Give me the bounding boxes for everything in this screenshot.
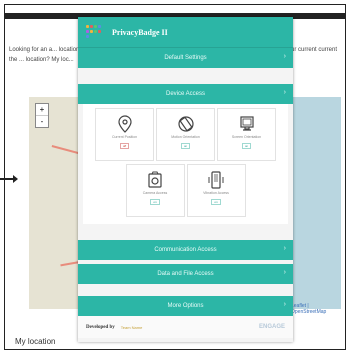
more-options-label: More Options <box>167 303 204 309</box>
status-toggle[interactable]: on <box>150 199 160 205</box>
rotation-icon <box>177 115 195 133</box>
communication-access-button[interactable]: Communication Access › <box>78 240 293 260</box>
default-settings-button[interactable]: Default Settings › <box>78 47 293 68</box>
device-access-grid: Current Position off Motion Orientation … <box>83 104 288 224</box>
tile-label: Motion Orientation <box>171 135 200 139</box>
tile-label: Camera Access <box>142 191 168 195</box>
chevron-right-icon: › <box>283 245 286 252</box>
developed-by-label: Developed by <box>86 324 115 330</box>
popup-title: PrivacyBadge II <box>112 27 168 37</box>
status-toggle[interactable]: on <box>211 199 221 205</box>
default-settings-label: Default Settings <box>164 55 207 61</box>
page-bottom-text: My location <box>15 337 56 346</box>
extension-popup: PrivacyBadge II Default Settings › Devic… <box>78 17 293 342</box>
tile-current-position[interactable]: Current Position off <box>95 108 154 161</box>
tile-vibration-access[interactable]: Vibration Access on <box>186 164 246 217</box>
tile-label: Screen Orientation <box>231 135 262 139</box>
tile-label: Vibration Access <box>203 191 229 195</box>
developed-by-footer: Developed by Team Name ENGAGE <box>78 316 293 338</box>
phone-vibrate-icon <box>207 171 225 189</box>
data-file-access-button[interactable]: Data and File Access › <box>78 264 293 284</box>
monitor-icon <box>238 115 256 133</box>
chevron-right-icon: › <box>283 53 286 60</box>
brand-logo[interactable]: ENGAGE <box>259 324 285 330</box>
location-pin-icon <box>116 115 134 133</box>
chevron-right-icon: › <box>283 89 286 96</box>
page-text-right: ur current current <box>291 47 338 53</box>
device-access-header[interactable]: Device Access › <box>78 84 293 104</box>
developer-logo[interactable]: Team Name <box>121 325 143 330</box>
privacybadge-logo <box>86 25 102 39</box>
popup-header: PrivacyBadge II <box>78 17 293 47</box>
more-options-button[interactable]: More Options › <box>78 296 293 316</box>
status-toggle[interactable]: off <box>119 143 130 149</box>
map-zoom-control[interactable]: + - <box>35 103 49 128</box>
status-toggle[interactable]: on <box>241 143 252 149</box>
chevron-right-icon: › <box>283 301 286 308</box>
data-file-access-label: Data and File Access <box>157 271 214 277</box>
tile-label: Current Position <box>111 135 138 139</box>
zoom-out-button[interactable]: - <box>36 116 48 127</box>
tile-camera-access[interactable]: Camera Access on <box>125 164 185 217</box>
pointer-arrow <box>0 175 18 183</box>
tile-screen-orientation[interactable]: Screen Orientation on <box>217 108 276 161</box>
status-toggle[interactable]: on <box>180 143 191 149</box>
camera-icon <box>146 171 164 189</box>
communication-access-label: Communication Access <box>154 247 217 253</box>
zoom-in-button[interactable]: + <box>36 104 48 116</box>
tile-motion-orientation[interactable]: Motion Orientation on <box>156 108 215 161</box>
chevron-right-icon: › <box>283 269 286 276</box>
map-attribution[interactable]: Leaflet | OpenStreetMap <box>291 303 345 315</box>
device-access-label: Device Access <box>165 91 205 97</box>
